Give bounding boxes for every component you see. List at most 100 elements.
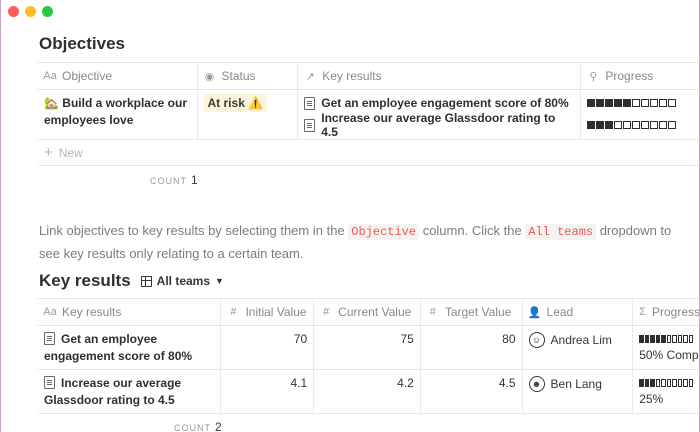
key-result-name-cell[interactable]: Get an employee engagement score of 80% [38,326,222,369]
table-view-icon [140,275,152,287]
progress-square [605,121,614,129]
lead-name: Andrea Lim [550,333,612,347]
page-icon [304,96,316,110]
page-icon [44,332,55,345]
objectives-header-row: Aa Objective ◉ Status ↗ Key results ⚲ Pr… [38,62,699,90]
progress-square [683,335,688,343]
progress-square [587,99,596,107]
column-header-status[interactable]: ◉ Status [198,63,299,89]
column-header-key-results[interactable]: Aa Key results [38,299,222,325]
new-row-button[interactable]: + New [38,140,699,166]
column-header-objective[interactable]: Aa Objective [38,63,198,89]
target-value-cell[interactable]: 4.5 [421,370,523,413]
number-icon: # [429,306,436,318]
progress-square [650,335,655,343]
progress-cell [581,90,699,139]
progress-square [677,335,683,343]
relation-item[interactable]: Increase our average Glassdoor rating to… [304,111,574,139]
formula-sigma-icon: Σ [639,306,646,318]
number-icon: # [230,306,237,318]
progress-square [596,99,605,107]
progress-square [632,99,641,107]
progress-square [661,335,666,343]
view-selector-dropdown[interactable]: All teams ▼ [140,274,224,288]
window-controls [8,6,53,17]
progress-square [623,99,632,107]
progress-square [659,121,668,129]
house-emoji-icon: 🏡 [44,96,59,110]
status-icon: ◉ [204,70,215,83]
avatar: ☺ [528,332,545,348]
progress-square [650,379,655,387]
progress-bar [587,92,693,114]
progress-square [655,335,661,343]
progress-bar [587,114,693,136]
target-value-cell[interactable]: 80 [421,326,523,369]
progress-square [666,335,672,343]
column-header-progress[interactable]: Σ Progress [633,299,699,325]
minimize-window-button[interactable] [25,6,36,17]
column-header-initial-value[interactable]: # Initial Value [221,299,315,325]
key-result-name-cell[interactable]: Increase our average Glassdoor rating to… [38,370,222,413]
status-cell[interactable]: At risk ⚠️ [198,90,299,139]
current-value-cell[interactable]: 4.2 [314,370,421,413]
progress-square [668,99,677,107]
key-results-title: Key results [39,271,131,290]
progress-square [683,379,688,387]
progress-square [596,121,605,129]
objective-cell[interactable]: 🏡 Build a workplace our employees love [38,90,198,139]
progress-square [666,379,672,387]
text-property-icon: Aa [43,70,57,82]
inline-code-all-teams: All teams [525,224,597,240]
column-header-current-value[interactable]: # Current Value [314,299,421,325]
initial-value-cell[interactable]: 70 [221,326,315,369]
key-results-relation-cell[interactable]: Get an employee engagement score of 80% … [298,90,582,139]
progress-square [623,121,632,129]
progress-square [644,335,650,343]
progress-square [632,121,641,129]
progress-square [688,379,694,387]
key-results-count: COUNT 2 [174,420,222,432]
close-window-button[interactable] [8,6,19,17]
relation-arrow-icon: ↗ [305,70,315,83]
chevron-down-icon: ▼ [215,276,224,286]
progress-square [644,379,650,387]
column-header-progress[interactable]: ⚲ Progress [581,63,699,89]
objectives-table: Aa Objective ◉ Status ↗ Key results ⚲ Pr… [38,62,699,166]
status-badge: At risk ⚠️ [203,94,268,112]
progress-square [641,121,650,129]
table-row[interactable]: Get an employee engagement score of 80% … [38,326,699,370]
progress-square [672,379,677,387]
objectives-title: Objectives [39,34,125,53]
progress-bar [639,372,694,394]
lead-cell[interactable]: ☺ Andrea Lim [523,326,634,369]
key-results-heading: Key results All teams ▼ [39,271,224,291]
progress-bar [639,328,694,350]
progress-square [672,335,677,343]
column-header-key-results[interactable]: ↗ Key results [298,63,582,89]
progress-square [639,335,644,343]
initial-value-cell[interactable]: 4.1 [221,370,315,413]
page-icon [44,376,55,389]
current-value-cell[interactable]: 75 [314,326,421,369]
progress-square [650,99,659,107]
text-property-icon: Aa [43,306,57,318]
progress-text: 25% [639,392,664,406]
progress-square [614,121,623,129]
progress-square [677,379,683,387]
plus-icon: + [44,144,53,161]
lead-cell[interactable]: ☻ Ben Lang [523,370,634,413]
progress-square [605,99,614,107]
table-row[interactable]: 🏡 Build a workplace our employees love A… [38,90,699,140]
key-results-table: Aa Key results # Initial Value # Current… [38,298,699,414]
maximize-window-button[interactable] [42,6,53,17]
progress-cell: 25% [633,370,699,413]
column-header-lead[interactable]: 👤 Lead [523,299,634,325]
progress-square [659,99,668,107]
lead-name: Ben Lang [550,377,602,391]
column-header-target-value[interactable]: # Target Value [421,299,523,325]
table-row[interactable]: Increase our average Glassdoor rating to… [38,370,699,414]
progress-text: 50% Compl [639,348,700,362]
key-results-header-row: Aa Key results # Initial Value # Current… [38,298,699,326]
progress-cell: 50% Compl [633,326,699,369]
